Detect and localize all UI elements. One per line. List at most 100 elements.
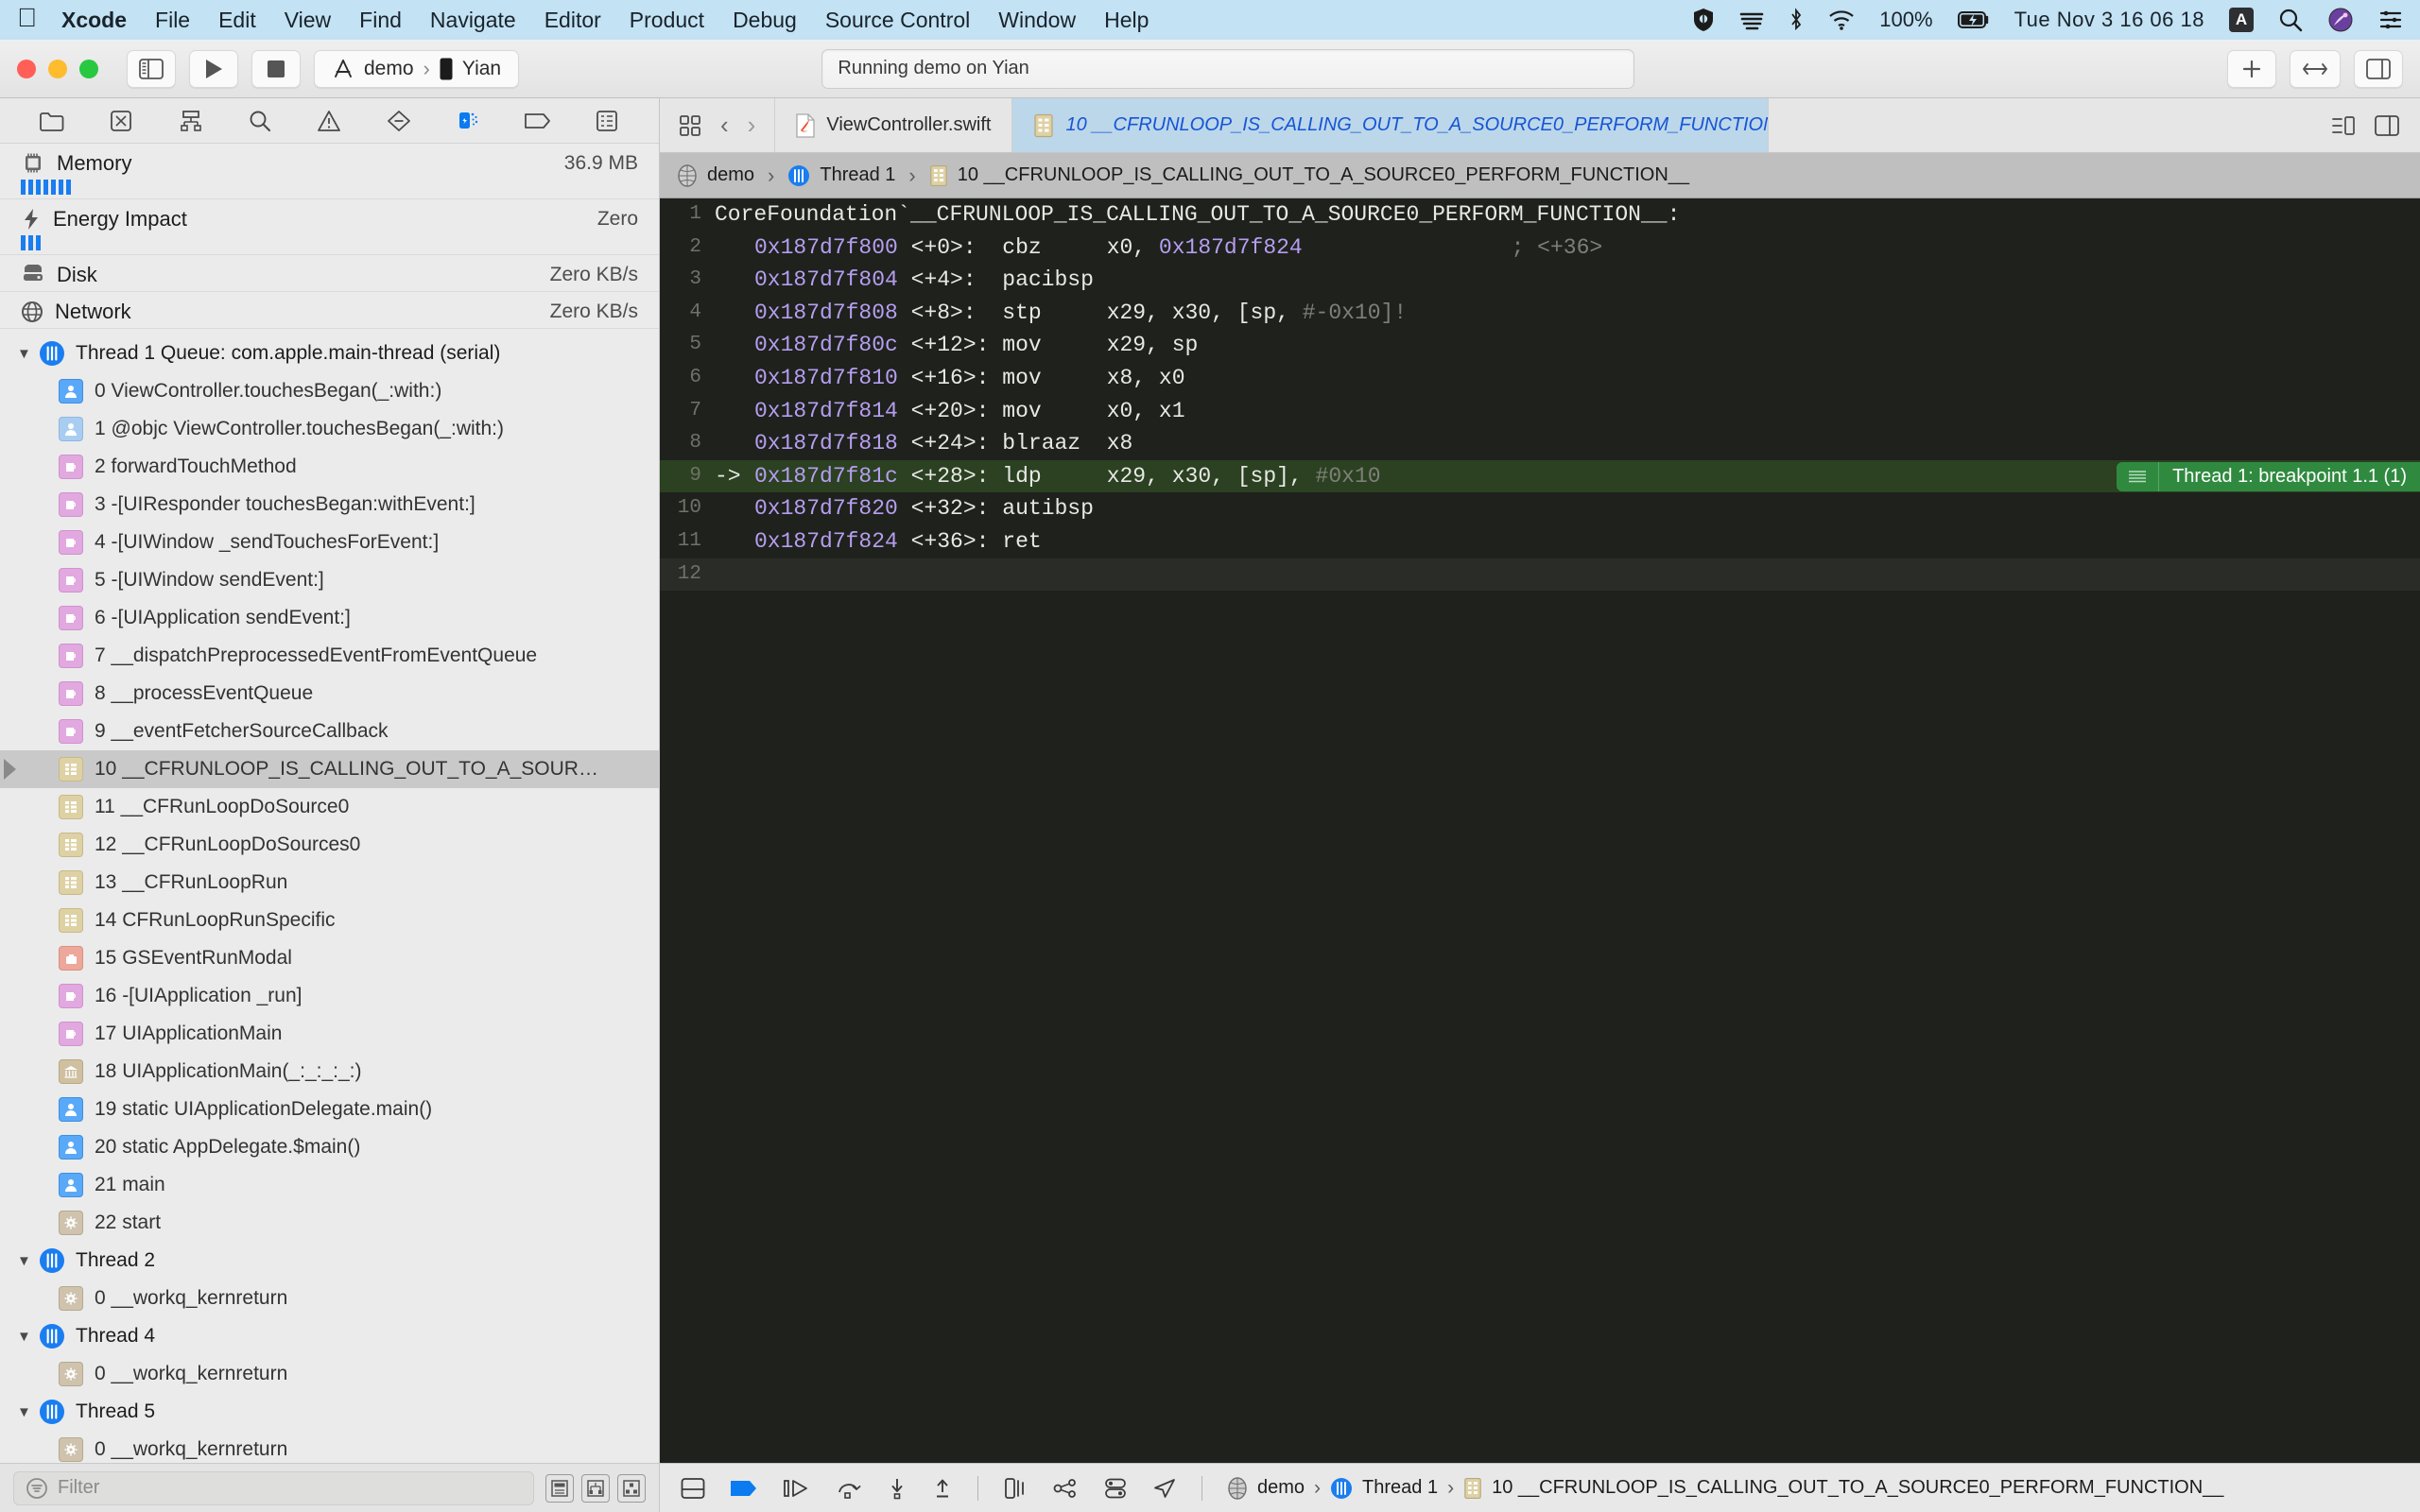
breakpoint-activate-icon[interactable] — [730, 1478, 758, 1499]
menu-item-view[interactable]: View — [285, 8, 331, 33]
gauge-energy-impact[interactable]: Energy Impact Zero — [0, 199, 659, 255]
menu-bar-clock[interactable]: Tue Nov 3 16 06 18 — [2014, 8, 2204, 32]
stack-frame-row[interactable]: 17 UIApplicationMain — [0, 1015, 659, 1053]
stack-frame-row[interactable]: 9 __eventFetcherSourceCallback — [0, 713, 659, 750]
code-line[interactable]: 11 0x187d7f824 <+36>: ret — [660, 525, 2420, 558]
stack-frame-row[interactable]: 5 -[UIWindow sendEvent:] — [0, 561, 659, 599]
symbol-navigator-icon[interactable] — [175, 105, 207, 137]
stack-frame-row[interactable]: 0 __workq_kernreturn — [0, 1431, 659, 1463]
debugbar-frame-label[interactable]: 10 __CFRUNLOOP_IS_CALLING_OUT_TO_A_SOURC… — [1492, 1477, 2223, 1499]
stack-frame-row[interactable]: 11 __CFRunLoopDoSource0 — [0, 788, 659, 826]
code-line[interactable]: 4 0x187d7f808 <+8>: stp x29, x30, [sp, #-… — [660, 297, 2420, 330]
run-button[interactable] — [189, 49, 238, 88]
editor-options-icon[interactable] — [2331, 115, 2356, 136]
stack-frame-row[interactable]: 14 CFRunLoopRunSpecific — [0, 902, 659, 939]
stack-frame-row[interactable]: 22 start — [0, 1204, 659, 1242]
menu-item-product[interactable]: Product — [630, 8, 704, 33]
menu-item-source-control[interactable]: Source Control — [825, 8, 970, 33]
jumpbar-frame-label[interactable]: 10 __CFRUNLOOP_IS_CALLING_OUT_TO_A_SOURC… — [958, 164, 1689, 186]
stack-frame-row[interactable]: 3 -[UIResponder touchesBegan:withEvent:] — [0, 486, 659, 524]
stack-frame-row[interactable]: 4 -[UIWindow _sendTouchesForEvent:] — [0, 524, 659, 561]
battery-charging-icon[interactable] — [1957, 10, 1990, 29]
stack-frame-row[interactable]: 16 -[UIApplication _run] — [0, 977, 659, 1015]
source-control-navigator-icon[interactable] — [105, 105, 137, 137]
gauge-network[interactable]: Network Zero KB/s — [0, 292, 659, 329]
stack-frame-row[interactable]: 12 __CFRunLoopDoSources0 — [0, 826, 659, 864]
bluetooth-icon[interactable] — [1789, 8, 1804, 32]
add-assistant-editor-icon[interactable] — [2375, 114, 2399, 136]
stack-frame-row[interactable]: 15 GSEventRunModal — [0, 939, 659, 977]
nav-forward-button[interactable]: › — [748, 111, 756, 140]
zoom-window-button[interactable] — [79, 59, 98, 78]
project-icon[interactable] — [1227, 1476, 1248, 1500]
stack-frame-row[interactable]: 13 __CFRunLoopRun — [0, 864, 659, 902]
view-hierarchy-icon[interactable] — [1003, 1477, 1028, 1500]
thread-row[interactable]: ▼ Thread 5 — [0, 1393, 659, 1431]
stack-frame-row[interactable]: 19 static UIApplicationDelegate.main() — [0, 1091, 659, 1128]
thread-list[interactable]: ▼ Thread 1 Queue: com.apple.main-thread (… — [0, 329, 659, 1463]
jumpbar-project-label[interactable]: demo — [707, 164, 754, 186]
memory-graph-icon[interactable] — [1052, 1477, 1079, 1500]
menu-item-editor[interactable]: Editor — [544, 8, 601, 33]
show-only-crashed-icon[interactable] — [545, 1473, 574, 1503]
wifi-icon[interactable] — [1828, 9, 1855, 30]
code-line[interactable]: 12 — [660, 558, 2420, 592]
stack-frame-row[interactable]: 6 -[UIApplication sendEvent:] — [0, 599, 659, 637]
minimize-window-button[interactable] — [48, 59, 67, 78]
menu-item-window[interactable]: Window — [998, 8, 1076, 33]
input-source-badge[interactable]: A — [2229, 8, 2254, 32]
code-line[interactable]: 2 0x187d7f800 <+0>: cbz x0, 0x187d7f824 ;… — [660, 232, 2420, 265]
siri-icon[interactable] — [2327, 7, 2354, 33]
disclosure-triangle-icon[interactable]: ▼ — [17, 1404, 34, 1420]
thread-row[interactable]: ▼ Thread 1 Queue: com.apple.main-thread (… — [0, 335, 659, 372]
sidebar-toggle-icon[interactable] — [127, 49, 176, 88]
apple-logo-icon[interactable]:  — [17, 5, 37, 31]
environment-overrides-icon[interactable] — [1103, 1477, 1128, 1500]
thread-row[interactable]: ▼ Thread 4 — [0, 1317, 659, 1355]
continue-icon[interactable] — [783, 1477, 811, 1500]
adjust-editor-icon[interactable] — [2289, 49, 2341, 88]
scheme-selector[interactable]: demo › Yian — [314, 49, 520, 88]
disclosure-triangle-icon[interactable]: ▼ — [17, 346, 34, 362]
disclosure-triangle-icon[interactable]: ▼ — [17, 1253, 34, 1269]
nav-back-button[interactable]: ‹ — [720, 111, 729, 140]
tab-viewcontroller-swift[interactable]: ViewController.swift — [775, 98, 1013, 152]
code-line[interactable]: 6 0x187d7f810 <+16>: mov x8, x0 — [660, 362, 2420, 395]
debug-navigator-icon[interactable] — [452, 105, 484, 137]
assembly-code-view[interactable]: 1 CoreFoundation`__CFRUNLOOP_IS_CALLING_O… — [660, 198, 2420, 1463]
code-line[interactable]: 7 0x187d7f814 <+20>: mov x0, x1 — [660, 395, 2420, 428]
menu-item-navigate[interactable]: Navigate — [430, 8, 516, 33]
show-all-frames-icon[interactable] — [617, 1473, 646, 1503]
report-navigator-icon[interactable] — [591, 105, 623, 137]
test-navigator-icon[interactable] — [383, 105, 415, 137]
step-into-icon[interactable] — [887, 1477, 908, 1500]
control-center-icon[interactable] — [2378, 9, 2403, 31]
stack-frame-row[interactable]: 18 UIApplicationMain(_:_:_:_:) — [0, 1053, 659, 1091]
gauge-memory[interactable]: Memory 36.9 MB — [0, 144, 659, 199]
find-navigator-icon[interactable] — [244, 105, 276, 137]
stack-frame-row[interactable]: 10 __CFRUNLOOP_IS_CALLING_OUT_TO_A_SOUR… — [0, 750, 659, 788]
stack-frame-row[interactable]: 0 __workq_kernreturn — [0, 1355, 659, 1393]
add-editor-icon[interactable] — [2226, 49, 2276, 88]
simulate-location-icon[interactable] — [1152, 1477, 1177, 1500]
jumpbar-thread-label[interactable]: Thread 1 — [820, 164, 895, 186]
close-window-button[interactable] — [17, 59, 36, 78]
disclosure-triangle-icon[interactable]: ▼ — [17, 1329, 34, 1345]
menu-item-edit[interactable]: Edit — [218, 8, 256, 33]
filter-input[interactable]: Filter — [13, 1470, 534, 1505]
tab-overview-icon[interactable] — [679, 114, 701, 137]
stack-frame-row[interactable]: 20 static AppDelegate.$main() — [0, 1128, 659, 1166]
thread-row[interactable]: ▼ Thread 2 — [0, 1242, 659, 1280]
tab-assembly-cfrunloop[interactable]: 10 __CFRUNLOOP_IS_CALLING_OUT_TO_A_SOURC… — [1012, 98, 1770, 152]
menu-item-file[interactable]: File — [155, 8, 190, 33]
spotlight-search-icon[interactable] — [2278, 8, 2303, 32]
show-queues-icon[interactable] — [581, 1473, 610, 1503]
stack-frame-row[interactable]: 7 __dispatchPreprocessedEventFromEventQu… — [0, 637, 659, 675]
stack-frame-row[interactable]: 1 @objc ViewController.touchesBegan(_:wi… — [0, 410, 659, 448]
stack-frame-row[interactable]: 0 ViewController.touchesBegan(_:with:) — [0, 372, 659, 410]
step-over-icon[interactable] — [836, 1477, 862, 1500]
project-icon[interactable] — [677, 163, 698, 187]
breakpoint-navigator-icon[interactable] — [522, 105, 554, 137]
project-navigator-icon[interactable] — [36, 105, 68, 137]
menu-item-help[interactable]: Help — [1104, 8, 1149, 33]
